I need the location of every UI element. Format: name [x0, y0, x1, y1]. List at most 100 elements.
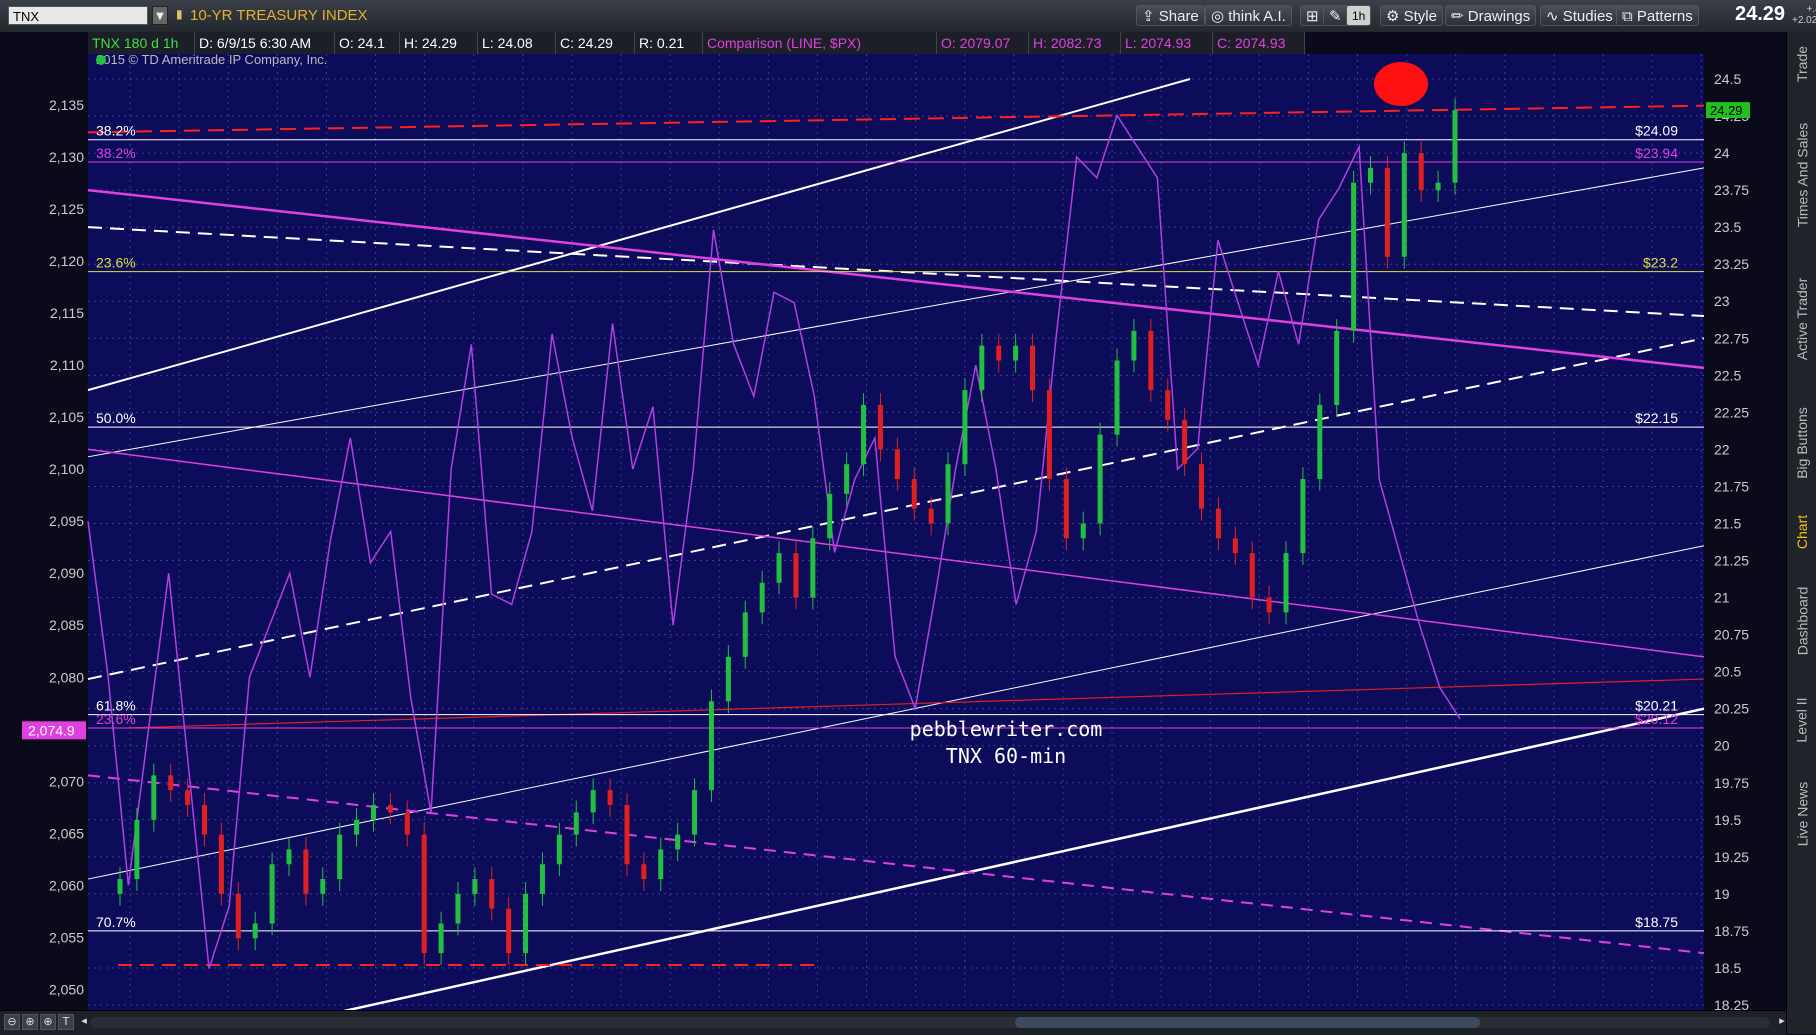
- fib-pct-label: 70.7%: [96, 914, 136, 930]
- left-axis-tick: 2,080: [49, 669, 84, 685]
- info-comp-close: C: 2074.93: [1213, 32, 1305, 54]
- current-spx-label: 2,074.9: [28, 722, 75, 738]
- fib-pct-label: 23.6%: [96, 711, 136, 727]
- left-axis-tick: 2,090: [49, 565, 84, 581]
- candle-body: [692, 790, 698, 835]
- candle-body: [134, 819, 140, 880]
- tab-level-ii[interactable]: Level II: [1787, 680, 1816, 760]
- pencil-icon: ✏: [1451, 8, 1468, 25]
- candle-body: [151, 775, 157, 820]
- info-range: R: 0.21: [635, 32, 703, 54]
- patterns-label: Patterns: [1636, 8, 1693, 25]
- candle-body: [624, 804, 630, 865]
- candle-body: [1351, 182, 1357, 331]
- price-chart[interactable]: 38.2% $24.09 38.2% $23.94 23.6% $23.2 50.0% $22…: [0, 32, 1786, 1010]
- candle-body: [303, 849, 309, 894]
- candle-body: [286, 849, 292, 865]
- candle-body: [1199, 464, 1205, 509]
- candle-body: [1283, 553, 1289, 613]
- tab-active-trader[interactable]: Active Trader: [1787, 254, 1816, 384]
- candle-body: [1435, 182, 1441, 191]
- candle-body: [438, 923, 444, 954]
- fib-pct-label: 38.2%: [96, 123, 136, 139]
- status-icon: [96, 55, 106, 65]
- tab-times-and-sales[interactable]: Times And Sales: [1787, 100, 1816, 250]
- candle-body: [472, 879, 478, 894]
- symbol-input[interactable]: TNX: [8, 6, 148, 25]
- zoom-in-icon[interactable]: ⊕: [22, 1014, 38, 1030]
- right-axis-tick: 21.75: [1714, 478, 1749, 494]
- candle-body: [235, 893, 241, 939]
- tab-dashboard[interactable]: Dashboard: [1787, 566, 1816, 676]
- info-comparison: Comparison (LINE, $PX): [703, 32, 937, 54]
- flag-icon: ▮: [176, 7, 183, 21]
- change-pct: +2.02%: [1792, 15, 1816, 26]
- quick-settings-button[interactable]: ✎: [1323, 5, 1348, 26]
- right-axis-tick: 21: [1714, 590, 1730, 606]
- share-button[interactable]: ⇪ Share: [1136, 5, 1205, 26]
- patterns-icon: ⧉: [1622, 8, 1637, 25]
- zoom-out-icon[interactable]: ⊖: [4, 1014, 20, 1030]
- left-axis-tick: 2,105: [49, 409, 84, 425]
- horizontal-scrollbar[interactable]: [90, 1017, 1770, 1028]
- top-toolbar: TNX ▼ ▮ 10-YR TREASURY INDEX ⇪ Share ◎ t…: [0, 0, 1816, 33]
- candle-body: [861, 404, 867, 465]
- info-close: C: 24.29: [556, 32, 635, 54]
- candle-body: [945, 464, 951, 524]
- left-axis-tick: 2,130: [49, 149, 84, 165]
- right-axis-tick: 19.5: [1714, 812, 1741, 828]
- candle-body: [675, 834, 681, 850]
- tab-live-news[interactable]: Live News: [1787, 764, 1816, 864]
- left-axis-tick: 2,070: [49, 773, 84, 789]
- candle-body: [556, 834, 562, 865]
- candle-body: [1232, 538, 1238, 554]
- left-axis-tick: 2,110: [50, 357, 84, 373]
- candle-body: [894, 449, 900, 480]
- scrollbar-thumb[interactable]: [1015, 1017, 1480, 1028]
- style-menu-button[interactable]: ⚙ Style: [1380, 5, 1443, 26]
- fib-value-label: $22.15: [1635, 410, 1678, 426]
- patterns-menu-button[interactable]: ⧉ Patterns: [1616, 5, 1699, 26]
- candle-body: [201, 804, 207, 835]
- candle-body: [827, 493, 833, 539]
- left-axis-tick: 2,125: [49, 201, 84, 217]
- candle-body: [455, 893, 461, 924]
- candle-body: [252, 923, 258, 939]
- info-symbol-period: TNX 180 d 1h: [88, 32, 195, 54]
- candle-body: [1368, 167, 1374, 183]
- candle-body: [1030, 345, 1036, 391]
- drawings-label: Drawings: [1467, 8, 1531, 25]
- right-axis-tick: 19.25: [1714, 849, 1749, 865]
- right-axis-tick: 21.5: [1714, 515, 1741, 531]
- studies-menu-button[interactable]: ∿ Studies: [1540, 5, 1619, 26]
- drawings-menu-button[interactable]: ✏ Drawings: [1445, 5, 1537, 26]
- candle-body: [742, 612, 748, 657]
- net-change: +.48 +2.02%: [1792, 4, 1816, 26]
- interval-badge[interactable]: 1h: [1346, 5, 1372, 26]
- tab-big-buttons[interactable]: Big Buttons: [1787, 388, 1816, 498]
- candle-body: [928, 508, 934, 524]
- symbol-dropdown-button[interactable]: ▼: [152, 6, 168, 25]
- crosshair-icon[interactable]: ⊕: [40, 1014, 56, 1030]
- think-ai-button[interactable]: ◎ think A.I.: [1205, 5, 1292, 26]
- candle-body: [404, 812, 410, 835]
- right-axis-tick: 23.75: [1714, 182, 1749, 198]
- share-label: Share: [1158, 8, 1199, 25]
- right-axis-tick: 18.5: [1714, 960, 1741, 976]
- right-axis-tick: 20: [1714, 738, 1730, 754]
- candle-body: [844, 464, 850, 494]
- current-tnx-label: 24.29: [1710, 103, 1743, 118]
- candle-body: [1148, 330, 1154, 391]
- fib-value-label: $20.12: [1635, 711, 1678, 727]
- last-price: 24.29: [1735, 3, 1786, 25]
- tab-chart[interactable]: Chart: [1787, 502, 1816, 562]
- info-low: L: 24.08: [478, 32, 556, 54]
- flexible-grid-button[interactable]: ⊞: [1300, 5, 1325, 26]
- text-tool-icon[interactable]: T: [58, 1014, 74, 1030]
- candle-body: [759, 582, 765, 613]
- candle-body: [421, 834, 427, 954]
- candle-body: [1114, 360, 1120, 435]
- tab-trade[interactable]: Trade: [1787, 32, 1816, 96]
- grid-icon: ⊞: [1306, 8, 1319, 25]
- scroll-right-icon[interactable]: ▸: [1774, 1014, 1790, 1030]
